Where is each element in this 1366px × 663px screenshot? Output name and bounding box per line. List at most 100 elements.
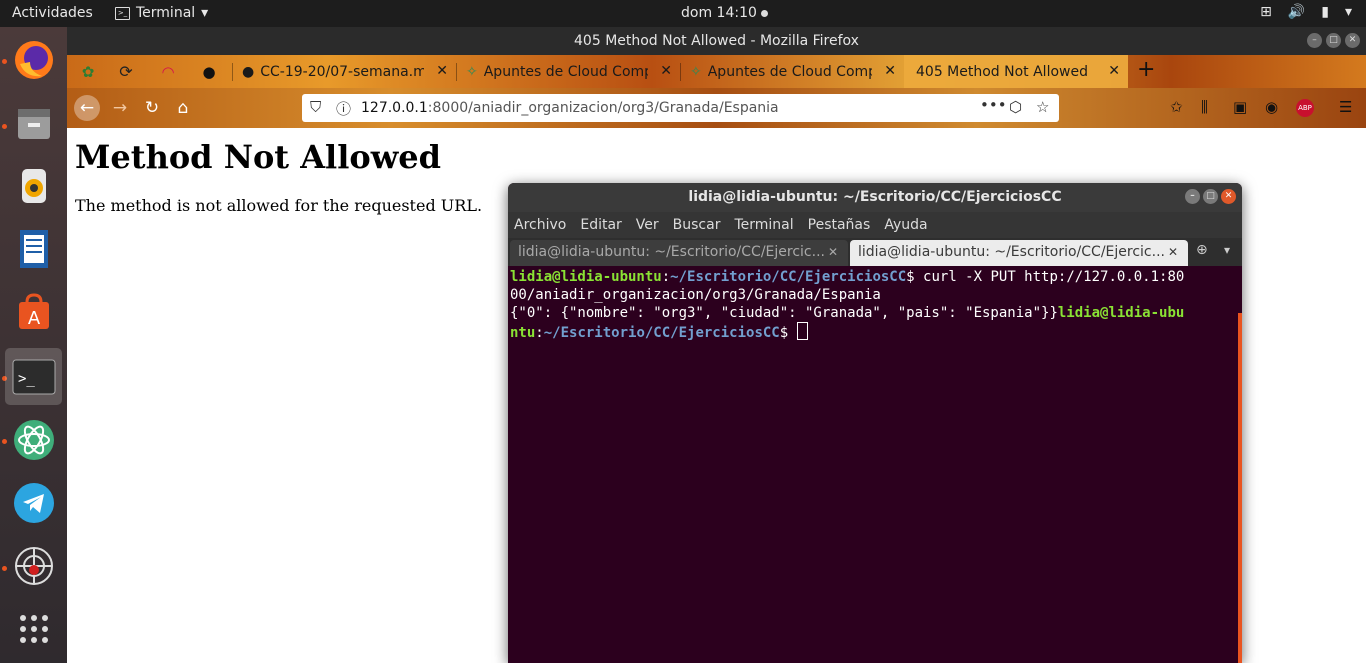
command-text: curl -X PUT http://127.0.0.1:80 bbox=[923, 269, 1185, 285]
dock: A >_ bbox=[0, 27, 67, 663]
pinned-tab[interactable]: ● bbox=[190, 55, 228, 88]
telegram-launcher[interactable] bbox=[5, 474, 62, 531]
file-cabinet-icon bbox=[17, 108, 50, 139]
tab-apuntes-1[interactable]: ✧ Apuntes de Cloud Comp ✕ bbox=[456, 55, 680, 88]
close-tab-icon[interactable]: ✕ bbox=[828, 240, 838, 265]
back-button[interactable]: ← bbox=[74, 95, 100, 121]
terminal-titlebar[interactable]: lidia@lidia-ubuntu: ~/Escritorio/CC/Ejer… bbox=[508, 183, 1242, 212]
volume-icon: 🔊 bbox=[1287, 4, 1306, 20]
show-applications-button[interactable] bbox=[5, 600, 62, 657]
clock[interactable]: dom 14:10 bbox=[681, 5, 768, 21]
sync-icon: ⟳ bbox=[119, 62, 133, 81]
terminal-tab-2[interactable]: lidia@lidia-ubuntu: ~/Escritorio/CC/Ejer… bbox=[850, 240, 1188, 266]
library-icon[interactable]: ⫼ bbox=[1201, 98, 1208, 116]
close-tab-icon[interactable]: ✕ bbox=[660, 63, 672, 79]
speaker-icon bbox=[21, 168, 46, 203]
firefox-icon bbox=[14, 40, 53, 79]
clock-text: dom 14:10 bbox=[681, 5, 757, 21]
navigation-toolbar: ← → ↻ ⌂ ⛉ ⓘ 127.0.0.1:8000/aniadir_organ… bbox=[67, 88, 1366, 128]
notification-dot-icon bbox=[760, 9, 768, 17]
spiderweb-icon bbox=[14, 546, 53, 585]
tab-github-cc[interactable]: ● CC-19-20/07-semana.md ✕ bbox=[232, 55, 456, 88]
rhythmbox-launcher[interactable] bbox=[5, 157, 62, 214]
close-button[interactable]: ✕ bbox=[1221, 189, 1236, 204]
terminal-scrollbar[interactable] bbox=[1238, 313, 1242, 663]
spider-app-launcher[interactable] bbox=[5, 537, 62, 594]
writer-launcher[interactable] bbox=[5, 220, 62, 277]
sidebar-icon[interactable]: ▣ bbox=[1233, 98, 1247, 116]
terminal-tab-1[interactable]: lidia@lidia-ubuntu: ~/Escritorio/CC/Ejer… bbox=[510, 240, 848, 266]
new-tab-button[interactable]: + bbox=[1137, 57, 1155, 82]
pinned-tab[interactable]: ✿ bbox=[69, 55, 107, 88]
pinned-tab[interactable]: ◠ bbox=[149, 55, 187, 88]
tab-label: Apuntes de Cloud Comp bbox=[483, 63, 648, 80]
tab-405-active[interactable]: 405 Method Not Allowed ✕ bbox=[904, 55, 1128, 88]
close-tab-icon[interactable]: ✕ bbox=[1168, 240, 1178, 265]
menu-terminal[interactable]: Terminal bbox=[734, 217, 793, 233]
close-tab-icon[interactable]: ✕ bbox=[884, 63, 896, 79]
new-terminal-tab-icon[interactable]: ⊕ bbox=[1196, 242, 1208, 258]
terminal-icon: >_ bbox=[115, 6, 130, 20]
pinned-tab[interactable]: ⟳ bbox=[107, 55, 145, 88]
prompt-dollar: $ bbox=[779, 325, 797, 341]
menu-ver[interactable]: Ver bbox=[636, 217, 659, 233]
tab-label: CC-19-20/07-semana.md bbox=[260, 63, 425, 80]
close-tab-icon[interactable]: ✕ bbox=[436, 63, 448, 79]
software-launcher[interactable]: A bbox=[5, 283, 62, 340]
maximize-button[interactable]: □ bbox=[1203, 189, 1218, 204]
prompt-path: ~/Escritorio/CC/EjerciciosCC bbox=[543, 325, 780, 341]
rainbow-icon: ◠ bbox=[161, 62, 175, 81]
firefox-launcher[interactable] bbox=[5, 31, 62, 88]
system-tray[interactable]: ⊞ 🔊 ▮ ▾ bbox=[1260, 4, 1352, 20]
reload-button[interactable]: ↻ bbox=[139, 95, 165, 121]
terminal-tab-label: lidia@lidia-ubuntu: ~/Escritorio/CC/Ejer… bbox=[518, 244, 825, 260]
pocket-icon[interactable]: ⬡ bbox=[1009, 98, 1022, 116]
battery-icon: ▮ bbox=[1321, 4, 1329, 20]
chevron-down-icon: ▾ bbox=[201, 5, 209, 21]
firefox-titlebar[interactable]: 405 Method Not Allowed - Mozilla Firefox… bbox=[67, 27, 1366, 55]
bookmark-star-icon[interactable]: ☆ bbox=[1036, 98, 1049, 116]
app-grid-icon bbox=[19, 614, 48, 643]
activities-button[interactable]: Actividades bbox=[12, 5, 93, 21]
tab-apuntes-2[interactable]: ✧ Apuntes de Cloud Comp ✕ bbox=[680, 55, 904, 88]
maximize-button[interactable]: □ bbox=[1326, 33, 1341, 48]
arrow-left-icon: ← bbox=[79, 98, 95, 118]
prompt-sep: : bbox=[661, 269, 671, 285]
prompt-path: ~/Escritorio/CC/EjerciciosCC bbox=[670, 269, 907, 285]
close-button[interactable]: ✕ bbox=[1345, 33, 1360, 48]
adblock-icon[interactable]: ABP bbox=[1296, 99, 1314, 117]
prompt-user: lidia@lidia-ubuntu bbox=[510, 269, 662, 285]
minimize-button[interactable]: – bbox=[1307, 33, 1322, 48]
reading-list-icon[interactable]: ✩ bbox=[1170, 98, 1183, 116]
close-tab-icon[interactable]: ✕ bbox=[1108, 63, 1120, 79]
terminal-screen[interactable]: lidia@lidia-ubuntu:~/Escritorio/CC/Ejerc… bbox=[508, 266, 1242, 663]
tab-label: 405 Method Not Allowed bbox=[916, 63, 1088, 80]
menu-archivo[interactable]: Archivo bbox=[514, 217, 566, 233]
tab-separator bbox=[456, 63, 457, 81]
prompt-dollar: $ bbox=[906, 269, 924, 285]
telegram-icon bbox=[13, 482, 54, 523]
svg-text:>_: >_ bbox=[18, 371, 35, 387]
terminal-launcher[interactable]: >_ bbox=[5, 348, 62, 405]
page-actions-icon[interactable]: ••• bbox=[980, 96, 1007, 114]
menu-ayuda[interactable]: Ayuda bbox=[884, 217, 927, 233]
files-launcher[interactable] bbox=[5, 94, 62, 151]
chevron-down-icon[interactable]: ▾ bbox=[1224, 243, 1230, 257]
menu-pestanas[interactable]: Pestañas bbox=[808, 217, 871, 233]
minimize-button[interactable]: – bbox=[1185, 189, 1200, 204]
terminal-tab-strip: lidia@lidia-ubuntu: ~/Escritorio/CC/Ejer… bbox=[508, 238, 1242, 266]
url-bar[interactable]: ⛉ ⓘ 127.0.0.1:8000/aniadir_organizacion/… bbox=[302, 94, 1059, 122]
atom-launcher[interactable] bbox=[5, 411, 62, 468]
forward-button[interactable]: → bbox=[107, 95, 133, 121]
home-button[interactable]: ⌂ bbox=[170, 95, 196, 121]
hamburger-menu-icon[interactable]: ☰ bbox=[1339, 98, 1352, 116]
account-icon[interactable]: ◉ bbox=[1265, 98, 1278, 116]
terminal-icon: >_ bbox=[12, 359, 55, 394]
home-icon: ⌂ bbox=[177, 98, 189, 118]
menu-editar[interactable]: Editar bbox=[580, 217, 621, 233]
top-bar: Actividades >_ Terminal ▾ dom 14:10 ⊞ 🔊 … bbox=[0, 0, 1366, 27]
menu-buscar[interactable]: Buscar bbox=[673, 217, 721, 233]
app-menu[interactable]: >_ Terminal ▾ bbox=[115, 5, 208, 21]
terminal-menubar: Archivo Editar Ver Buscar Terminal Pesta… bbox=[508, 212, 1242, 238]
page-heading: Method Not Allowed bbox=[75, 138, 441, 176]
